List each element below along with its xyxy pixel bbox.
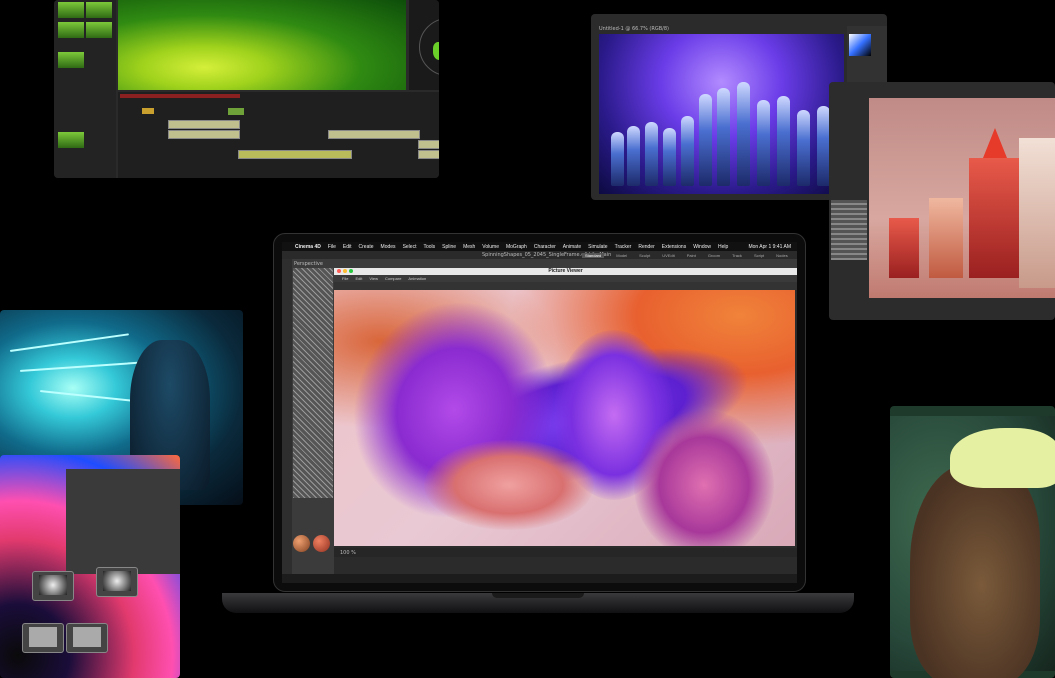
clip-thumbnail[interactable] [58,52,84,68]
window-controls [337,269,353,273]
minimize-icon[interactable] [343,269,347,273]
tab[interactable]: UVEdit [662,253,674,258]
picture-viewer-menu: File Edit View Compare Animation [334,275,797,282]
macbook-display: Cinema 4D File Edit Create Modes Select … [273,233,806,592]
material-swatch[interactable] [313,535,330,552]
zoom-level[interactable]: 100 % [340,550,356,556]
layout-tabs: Standard Model Sculpt UVEdit Paint Groom… [582,251,788,259]
picture-viewer-title: Picture Viewer [334,268,797,275]
menu-item[interactable]: Animate [563,244,581,250]
menu-item[interactable]: Compare [385,276,401,281]
material-manager [293,532,333,556]
rendered-image[interactable] [334,290,795,546]
tool-palette[interactable] [282,259,292,583]
picture-viewer-status: 100 % [334,548,797,557]
tab[interactable]: Script [754,253,764,258]
node[interactable] [32,571,74,601]
video-viewer [118,0,406,90]
tab[interactable]: Groom [708,253,720,258]
close-icon[interactable] [337,269,341,273]
menu-item[interactable]: Help [718,244,728,250]
tab[interactable]: Model [616,253,627,258]
app-name[interactable]: Cinema 4D [295,244,321,250]
material-swatch[interactable] [293,535,310,552]
menu-item[interactable]: Modes [381,244,396,250]
tab[interactable]: Sculpt [639,253,650,258]
color-picker[interactable] [849,34,871,56]
menu-item[interactable]: View [369,276,378,281]
node[interactable] [96,567,138,597]
clip-thumbnail[interactable] [58,22,84,38]
viewport-mesh[interactable] [293,268,333,498]
maximize-icon[interactable] [349,269,353,273]
node[interactable] [22,623,64,653]
tab[interactable]: Paint [687,253,696,258]
document-tab[interactable]: Untitled-1 @ 66.7% (RGB/8) [599,26,669,32]
tab[interactable]: Nodes [776,253,788,258]
media-bin [54,0,116,178]
menu-item[interactable]: Simulate [588,244,607,250]
viewer-toolbar[interactable] [334,282,797,290]
clip-thumbnail[interactable] [58,132,84,148]
portrait-photo [890,416,1055,678]
image-canvas[interactable] [599,34,844,194]
attribute-panel[interactable] [66,469,180,574]
node[interactable] [66,623,108,653]
vectorscope [409,0,439,90]
menu-item[interactable]: Spline [442,244,456,250]
tab-standard[interactable]: Standard [582,252,605,258]
menu-bar: Cinema 4D File Edit Create Modes Select … [282,242,797,251]
macbook-base [222,593,854,613]
menu-item[interactable]: File [342,276,348,281]
clip-thumbnail[interactable] [86,2,112,18]
tab[interactable]: Track [732,253,742,258]
menu-item[interactable]: Tracker [615,244,632,250]
render-viewport [869,98,1055,298]
picture-viewer-window: Picture Viewer File Edit View Compare An… [334,268,797,574]
status-bar [282,574,797,583]
menu-item[interactable]: Tools [423,244,435,250]
menu-item[interactable]: Edit [355,276,362,281]
clip-thumbnail[interactable] [86,22,112,38]
menu-item[interactable]: MoGraph [506,244,527,250]
model-preview [831,200,867,260]
viewport-label: Perspective [294,261,323,267]
menu-item[interactable]: File [328,244,336,250]
menu-item[interactable]: Extensions [662,244,686,250]
menu-item[interactable]: Edit [343,244,352,250]
menu-item[interactable]: Animation [408,276,426,281]
render-window [829,82,1055,320]
screen: Cinema 4D File Edit Create Modes Select … [282,242,797,583]
clock: Mon Apr 1 9:41 AM [748,243,791,250]
video-editor-window [54,0,439,178]
menu-item[interactable]: Render [638,244,654,250]
menu-item[interactable]: Mesh [463,244,475,250]
menu-item[interactable]: Character [534,244,556,250]
timeline[interactable] [118,92,439,178]
menu-item[interactable]: Create [359,244,374,250]
clip-thumbnail[interactable] [58,2,84,18]
photo-viewer [890,406,1055,678]
menu-item[interactable]: Select [403,244,417,250]
menu-item[interactable]: Volume [482,244,499,250]
node-editor [0,455,180,678]
menu-item[interactable]: Window [693,244,711,250]
